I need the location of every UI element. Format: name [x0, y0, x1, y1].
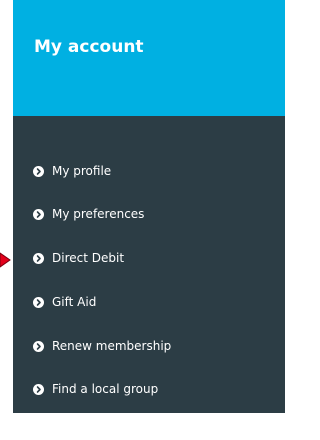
menu-item-label: My profile: [52, 164, 112, 178]
chevron-right-circle-icon: [33, 383, 44, 395]
chevron-right-circle-icon: [33, 296, 44, 308]
account-menu-title: My account: [34, 37, 144, 57]
chevron-right-circle-icon: [33, 340, 44, 352]
menu-item-my-profile[interactable]: My profile: [33, 161, 111, 181]
chevron-right-circle-icon: [33, 208, 44, 220]
account-menu-panel: My account My profile My preferences Dir…: [13, 0, 285, 413]
account-menu-header: My account: [13, 0, 285, 116]
menu-item-find-a-local-group[interactable]: Find a local group: [33, 379, 158, 399]
chevron-right-circle-icon: [33, 165, 44, 177]
red-pointer-arrow-icon: [0, 252, 11, 268]
menu-item-label: My preferences: [52, 207, 145, 221]
menu-item-label: Direct Debit: [52, 251, 125, 265]
menu-item-gift-aid[interactable]: Gift Aid: [33, 292, 96, 312]
menu-item-renew-membership[interactable]: Renew membership: [33, 336, 171, 356]
menu-item-label: Find a local group: [52, 382, 159, 396]
menu-item-label: Renew membership: [52, 339, 172, 353]
menu-item-my-preferences[interactable]: My preferences: [33, 204, 144, 224]
menu-item-direct-debit[interactable]: Direct Debit: [33, 248, 124, 268]
menu-item-label: Gift Aid: [52, 295, 97, 309]
chevron-right-circle-icon: [33, 252, 44, 264]
